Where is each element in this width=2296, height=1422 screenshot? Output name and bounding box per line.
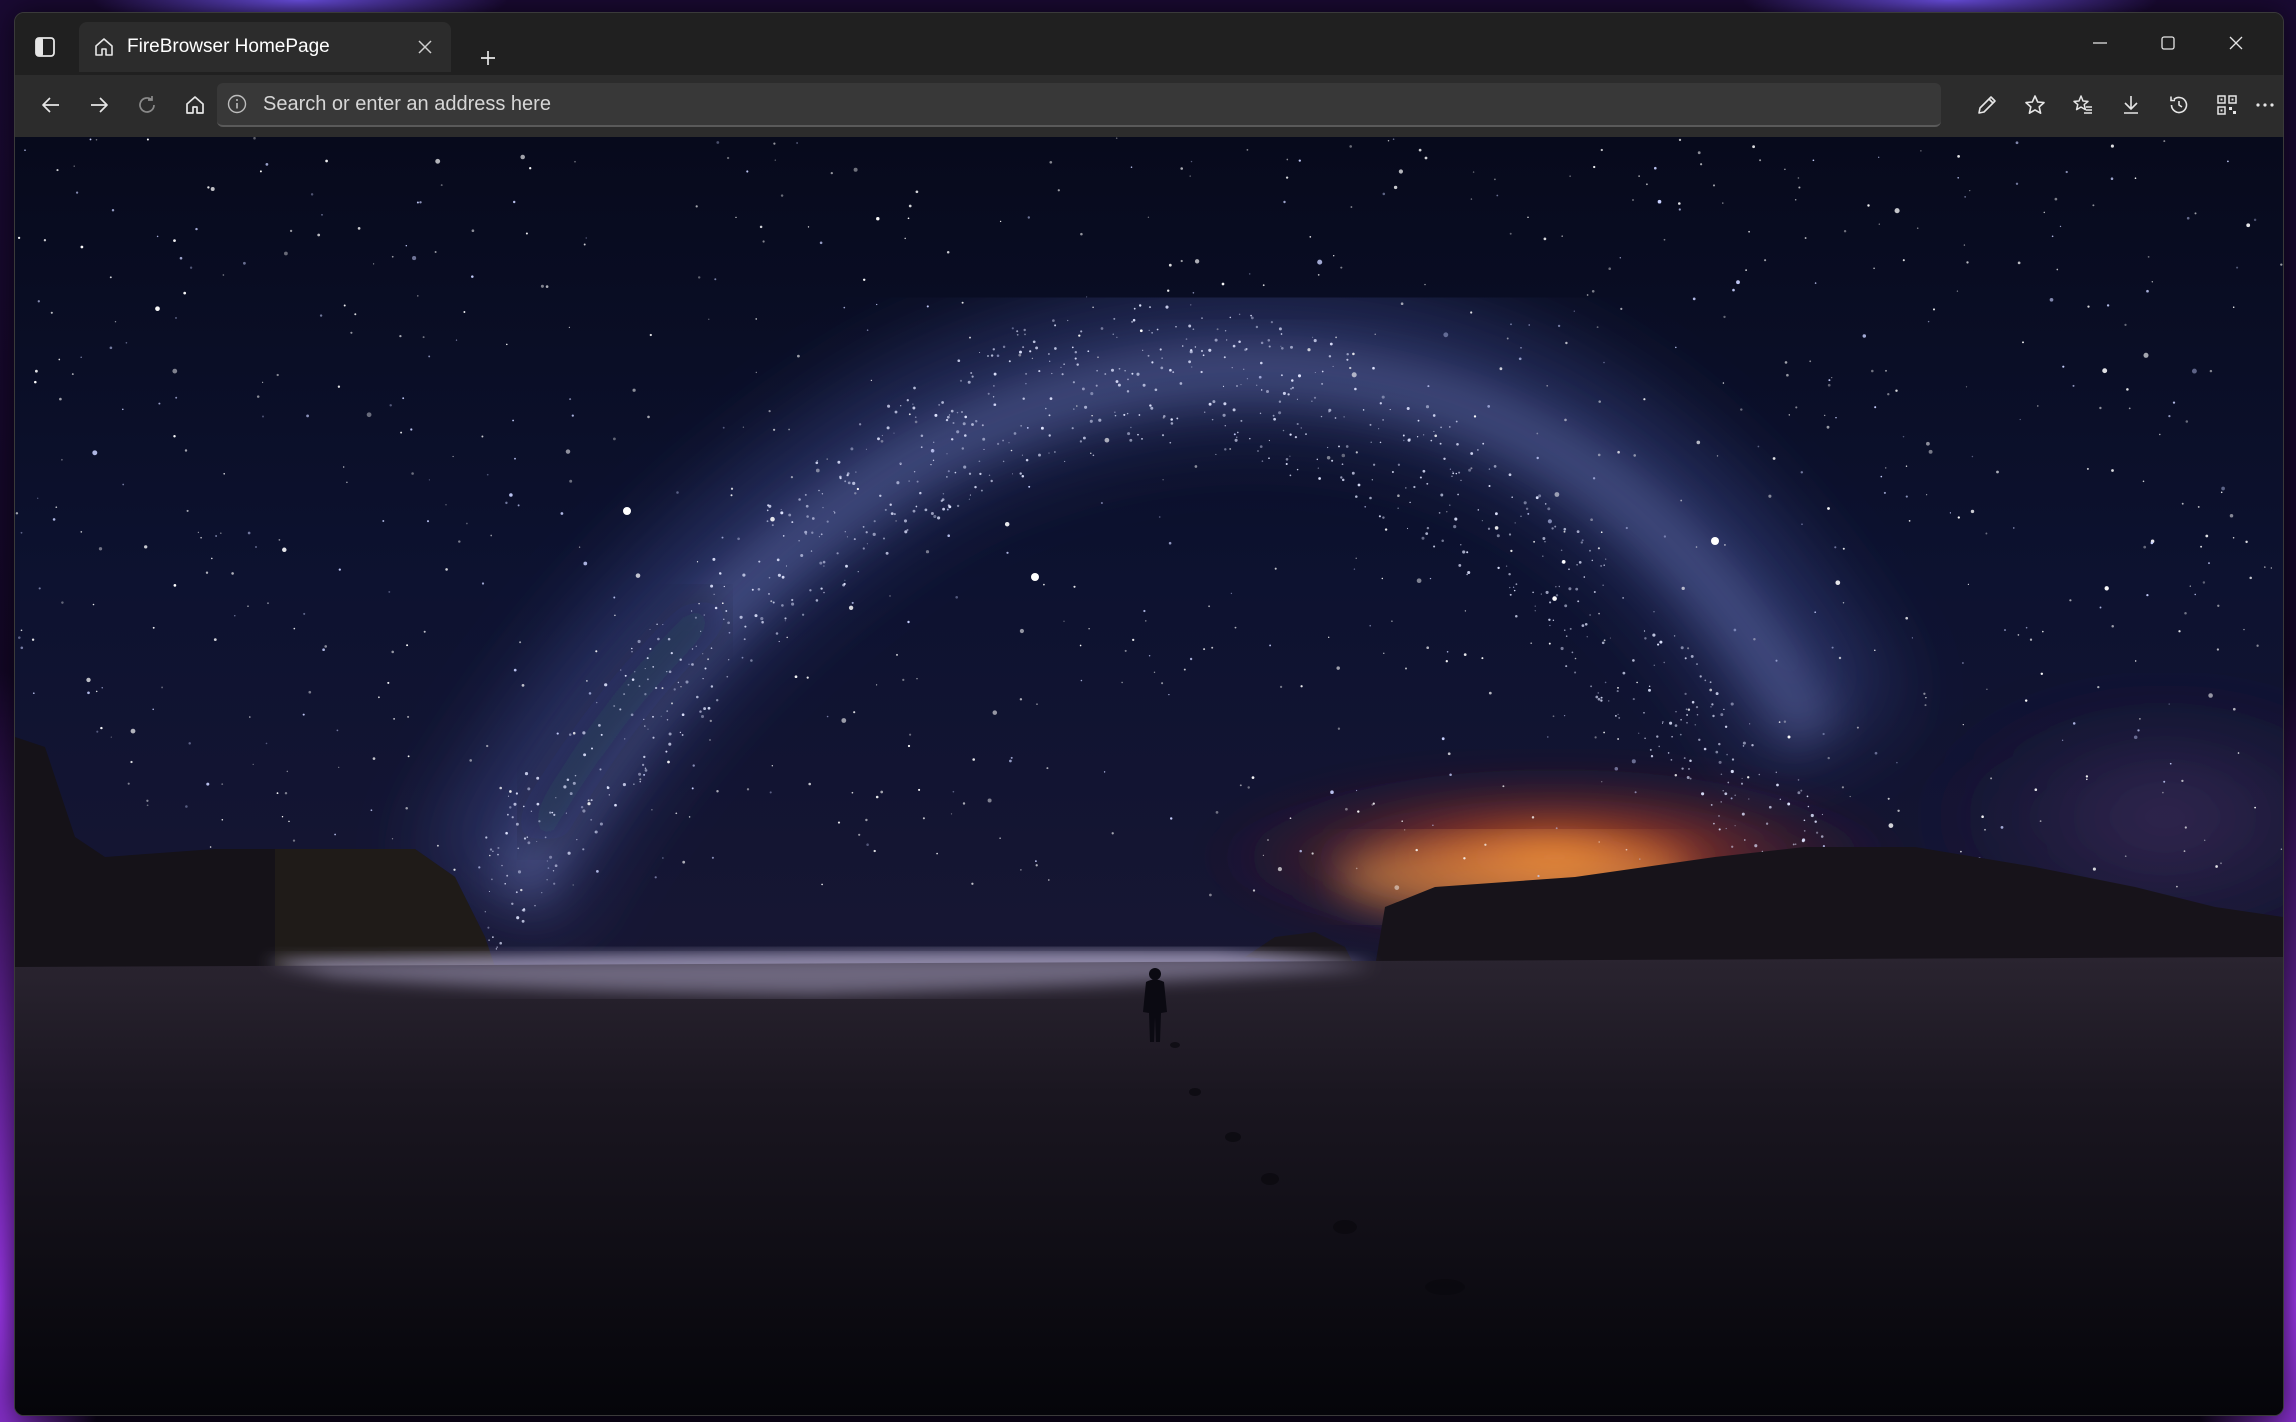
home-icon bbox=[183, 93, 207, 117]
arrow-left-icon bbox=[39, 93, 63, 117]
new-tab-button[interactable] bbox=[471, 41, 505, 75]
info-icon[interactable] bbox=[223, 90, 251, 118]
address-input[interactable] bbox=[261, 91, 1941, 117]
star-icon bbox=[2023, 93, 2047, 117]
forward-button[interactable] bbox=[79, 85, 119, 125]
download-icon bbox=[2119, 93, 2143, 117]
home-button[interactable] bbox=[175, 85, 215, 125]
qr-code-icon bbox=[2215, 93, 2239, 117]
add-favorite-button[interactable] bbox=[2015, 85, 2055, 125]
close-icon bbox=[2227, 34, 2245, 52]
tab-close-button[interactable] bbox=[409, 31, 441, 63]
pen-icon bbox=[1975, 93, 1999, 117]
arrow-right-icon bbox=[87, 93, 111, 117]
history-icon bbox=[2167, 93, 2191, 117]
qr-code-button[interactable] bbox=[2207, 85, 2247, 125]
night-sky-image bbox=[15, 137, 2283, 1415]
favorites-list-icon bbox=[2071, 93, 2095, 117]
sidebar-toggle-button[interactable] bbox=[27, 29, 63, 65]
address-bar[interactable] bbox=[217, 83, 1941, 127]
favorites-list-button[interactable] bbox=[2063, 85, 2103, 125]
downloads-button[interactable] bbox=[2111, 85, 2151, 125]
close-icon bbox=[417, 39, 433, 55]
maximize-icon bbox=[2159, 34, 2177, 52]
minimize-button[interactable] bbox=[2067, 19, 2133, 67]
more-icon bbox=[2254, 94, 2276, 116]
toolbar bbox=[15, 75, 2283, 137]
back-button[interactable] bbox=[31, 85, 71, 125]
home-icon bbox=[93, 36, 115, 58]
tab-title: FireBrowser HomePage bbox=[127, 36, 330, 57]
tab-homepage[interactable]: FireBrowser HomePage bbox=[79, 22, 451, 72]
maximize-button[interactable] bbox=[2135, 19, 2201, 67]
title-bar: FireBrowser HomePage bbox=[15, 13, 2283, 75]
browser-window: FireBrowser HomePage bbox=[14, 12, 2284, 1416]
more-button[interactable] bbox=[2251, 85, 2279, 125]
plus-icon bbox=[479, 49, 497, 67]
minimize-icon bbox=[2091, 34, 2109, 52]
refresh-button[interactable] bbox=[127, 85, 167, 125]
pen-button[interactable] bbox=[1967, 85, 2007, 125]
close-window-button[interactable] bbox=[2203, 19, 2269, 67]
homepage-background bbox=[15, 137, 2283, 1415]
refresh-icon bbox=[135, 93, 159, 117]
history-button[interactable] bbox=[2159, 85, 2199, 125]
sidebar-toggle-icon bbox=[34, 36, 56, 58]
